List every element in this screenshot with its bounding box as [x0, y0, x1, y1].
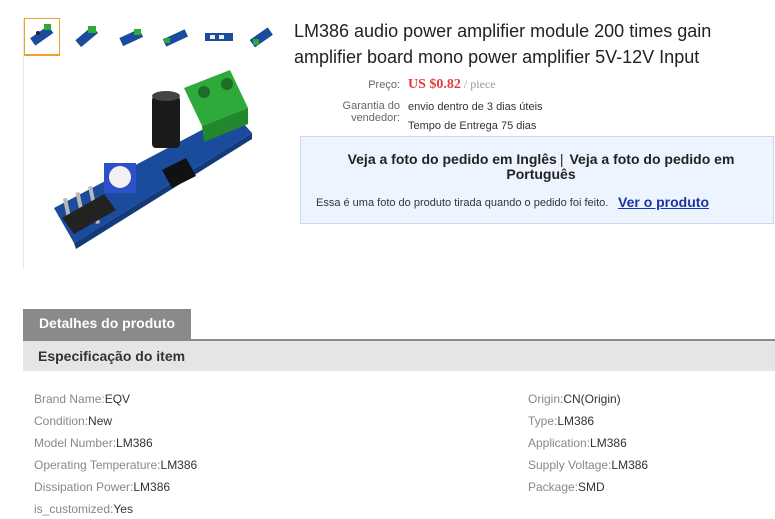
spec-row-brand: Brand Name:EQV	[34, 392, 130, 406]
spec-value: LM386	[133, 480, 171, 494]
spec-key: Brand Name:	[34, 392, 105, 406]
price-value: US $0.82 / piece	[408, 77, 496, 93]
spec-row-origin: Origin:CN(Origin)	[528, 392, 621, 406]
spec-key: Package:	[528, 480, 579, 494]
thumbnail-3[interactable]	[114, 20, 150, 56]
spec-key: Origin:	[528, 392, 564, 406]
thumbnail-2[interactable]	[70, 20, 106, 56]
price-amount: US $0.82	[408, 77, 461, 92]
order-photo-note: Essa é uma foto do produto tirada quando…	[316, 197, 609, 209]
spec-key: Dissipation Power:	[34, 480, 134, 494]
order-photo-english-link[interactable]: Veja a foto do pedido em Inglês	[348, 151, 557, 167]
order-photo-links: Veja a foto do pedido em Inglês | Veja a f…	[321, 152, 761, 182]
price-label: Preço:	[368, 79, 400, 91]
thumbnail-strip	[24, 18, 274, 60]
product-gallery	[23, 18, 274, 268]
spec-key: Type:	[528, 414, 558, 428]
order-photo-box: Veja a foto do pedido em Inglês | Veja a f…	[300, 136, 774, 224]
spec-row-type: Type:LM386	[528, 414, 594, 428]
thumbnail-4[interactable]	[158, 20, 194, 56]
spec-row-model: Model Number:LM386	[34, 436, 153, 450]
thumbnail-1[interactable]	[24, 18, 60, 56]
spec-row-supply-voltage: Supply Voltage:LM386	[528, 458, 648, 472]
thumbnail-6[interactable]	[244, 20, 280, 56]
spec-key: Model Number:	[34, 436, 117, 450]
link-separator: |	[559, 151, 564, 167]
view-product-link[interactable]: Ver o produto	[618, 194, 709, 210]
guarantee-shipping: envio dentro de 3 dias úteis	[408, 101, 543, 113]
spec-key: is_customized:	[34, 502, 114, 516]
spec-row-dissipation-power: Dissipation Power:LM386	[34, 480, 170, 494]
spec-value: New	[88, 414, 113, 428]
spec-row-package: Package:SMD	[528, 480, 605, 494]
guarantee-delivery: Tempo de Entrega 75 dias	[408, 120, 537, 132]
spec-key: Operating Temperature:	[34, 458, 161, 472]
spec-row-operating-temperature: Operating Temperature:LM386	[34, 458, 197, 472]
guarantee-label: Garantia do vendedor:	[342, 100, 400, 124]
spec-value: LM386	[590, 436, 627, 450]
main-product-image	[34, 58, 274, 268]
spec-value: LM386	[557, 414, 595, 428]
spec-key: Application:	[528, 436, 591, 450]
thumbnail-5[interactable]	[202, 20, 238, 56]
spec-value: SMD	[578, 480, 605, 494]
product-title: LM386 audio power amplifier module 200 t…	[294, 21, 712, 67]
spec-section-title: Especificação do item	[23, 341, 775, 371]
spec-key: Supply Voltage:	[528, 458, 612, 472]
price-unit: / piece	[460, 77, 496, 91]
spec-value: LM386	[160, 458, 198, 472]
spec-row-application: Application:LM386	[528, 436, 627, 450]
spec-key: Condition:	[34, 414, 89, 428]
spec-value: LM386	[611, 458, 649, 472]
spec-row-customized: is_customized:Yes	[34, 502, 133, 516]
spec-value: EQV	[104, 392, 131, 406]
spec-value: LM386	[116, 436, 153, 450]
tab-product-details[interactable]: Detalhes do produto	[23, 309, 191, 340]
spec-row-condition: Condition:New	[34, 414, 112, 428]
spec-value: CN(Origin)	[563, 392, 621, 406]
spec-value: Yes	[113, 502, 133, 516]
